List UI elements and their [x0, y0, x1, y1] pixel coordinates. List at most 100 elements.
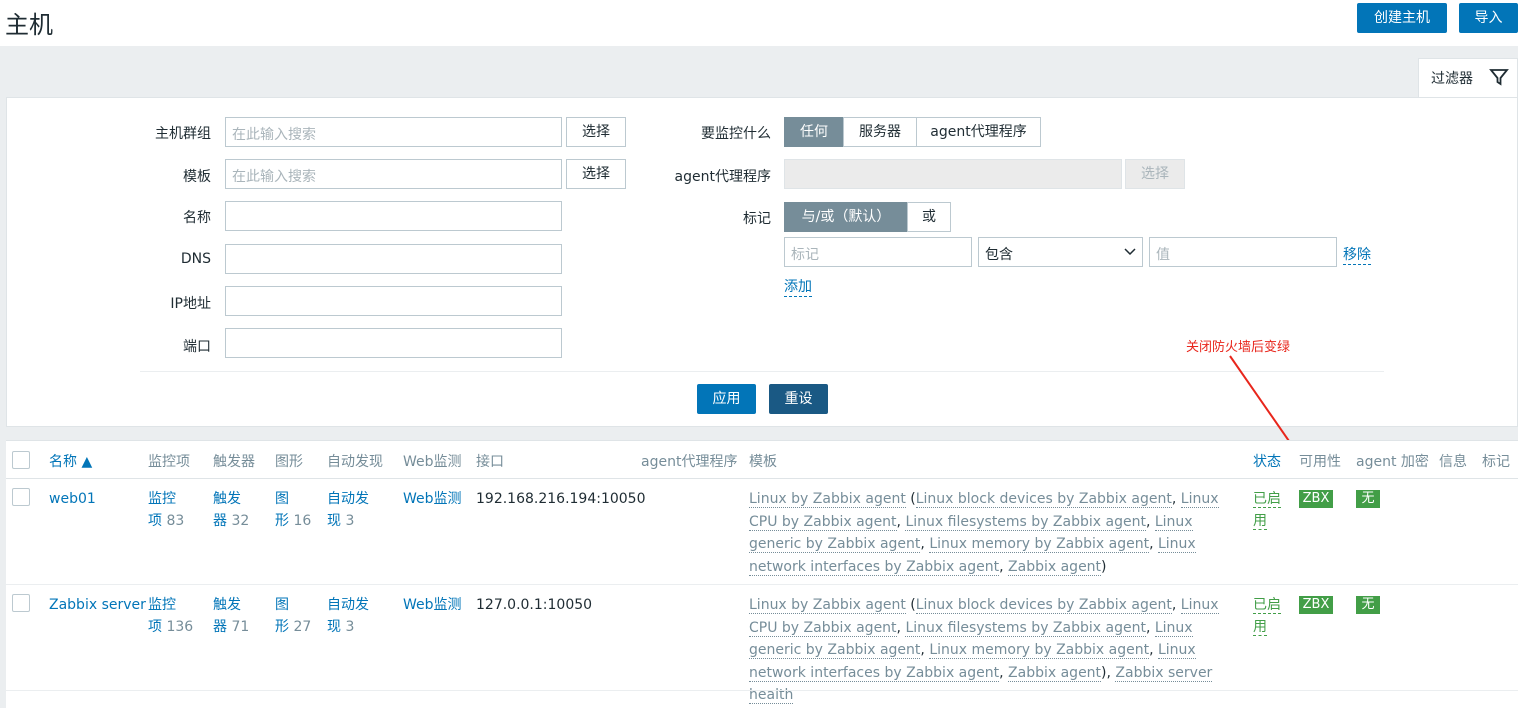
status-text: 已启	[1253, 491, 1281, 508]
template-separator: ,	[920, 536, 930, 552]
availability-badge: ZBX	[1299, 490, 1333, 508]
chevron-down-icon	[1124, 248, 1136, 256]
create-host-button[interactable]: 创建主机	[1357, 3, 1447, 33]
triggers-count: 71	[231, 619, 250, 635]
template-link[interactable]: Linux filesystems by Zabbix agent	[905, 513, 1146, 531]
template-separator: (	[905, 491, 916, 507]
items-count: 83	[166, 513, 185, 529]
status-text: 已启	[1253, 597, 1281, 614]
triggers-count: 32	[231, 513, 250, 529]
discovery-link[interactable]: 自动发 现 3	[327, 488, 369, 532]
filter-icon	[1489, 69, 1509, 86]
items-text: 项	[148, 619, 162, 635]
col-web: Web监测	[403, 454, 462, 470]
monitor-proxy-option[interactable]: agent代理程序	[916, 117, 1041, 147]
col-info: 信息	[1439, 454, 1467, 470]
graphs-count: 16	[293, 513, 312, 529]
host-name-link[interactable]: Zabbix server	[49, 594, 146, 616]
graphs-text: 形	[275, 619, 289, 635]
select-all-checkbox[interactable]	[12, 451, 30, 469]
encryption-badge: 无	[1356, 596, 1380, 614]
template-link[interactable]: Linux filesystems by Zabbix agent	[905, 619, 1146, 637]
status-toggle[interactable]: 已启 用	[1253, 594, 1281, 638]
template-separator: ,	[1171, 597, 1181, 613]
col-status[interactable]: 状态	[1253, 451, 1281, 471]
template-separator: )	[1101, 558, 1107, 575]
template-separator: ),	[1101, 664, 1116, 681]
port-input[interactable]	[225, 328, 562, 358]
template-link[interactable]: Linux block devices by Zabbix agent	[915, 597, 1172, 614]
filter-tab-label: 过滤器	[1431, 71, 1473, 87]
ip-label: IP地址	[170, 296, 211, 312]
graphs-text: 形	[275, 513, 289, 529]
template-link[interactable]: Linux memory by Zabbix agent	[929, 536, 1150, 553]
discovery-text: 现	[327, 513, 341, 529]
template-separator: ,	[920, 642, 930, 658]
monitor-what-label: 要监控什么	[701, 126, 771, 142]
web-link[interactable]: Web监测	[403, 488, 462, 510]
col-name[interactable]: 名称 ▲	[49, 451, 92, 471]
col-discovery: 自动发现	[327, 454, 383, 470]
template-link[interactable]: Linux by Zabbix agent	[749, 597, 906, 614]
dns-label: DNS	[180, 251, 211, 267]
tags-or-option[interactable]: 或	[907, 202, 951, 232]
triggers-link[interactable]: 触发 器 32	[213, 488, 249, 532]
col-interface: 接口	[476, 454, 504, 470]
import-button[interactable]: 导入	[1459, 3, 1518, 33]
tag-value-input[interactable]: 值	[1149, 237, 1337, 267]
apply-button[interactable]: 应用	[697, 384, 756, 414]
template-link[interactable]: Zabbix agent	[1008, 558, 1102, 576]
interface-value: 127.0.0.1:10050	[476, 597, 593, 613]
template-select-button[interactable]: 选择	[566, 159, 626, 189]
template-link[interactable]: Linux block devices by Zabbix agent	[915, 491, 1172, 508]
graphs-link[interactable]: 图 形 16	[275, 488, 311, 532]
triggers-link[interactable]: 触发 器 71	[213, 594, 249, 638]
host-group-select-button[interactable]: 选择	[566, 117, 626, 147]
template-link[interactable]: Zabbix agent	[1008, 664, 1102, 682]
template-label: 模板	[183, 169, 211, 185]
template-separator: ,	[1145, 513, 1155, 530]
template-link[interactable]: Linux memory by Zabbix agent	[929, 642, 1150, 659]
template-link[interactable]: Linux by Zabbix agent	[749, 491, 906, 508]
items-count: 136	[166, 619, 194, 635]
items-text: 项	[148, 513, 162, 529]
dns-input[interactable]	[225, 244, 562, 274]
templates-cell: Linux by Zabbix agent (Linux block devic…	[749, 488, 1239, 578]
discovery-link[interactable]: 自动发 现 3	[327, 594, 369, 638]
col-proxy: agent代理程序	[641, 454, 738, 470]
status-toggle[interactable]: 已启 用	[1253, 488, 1281, 532]
ip-input[interactable]	[225, 286, 562, 316]
monitor-any-option[interactable]: 任何	[784, 117, 844, 147]
tag-operator-select[interactable]: 包含	[978, 237, 1143, 267]
name-input[interactable]	[225, 201, 562, 231]
discovery-count: 3	[345, 619, 355, 635]
host-group-input[interactable]: 在此输入搜索	[225, 117, 562, 147]
tag-add-link[interactable]: 添加	[784, 276, 812, 297]
tag-remove-link[interactable]: 移除	[1343, 244, 1371, 265]
tag-name-input[interactable]: 标记	[784, 237, 972, 267]
tag-operator-value: 包含	[985, 247, 1013, 263]
host-name-link[interactable]: web01	[49, 488, 96, 510]
items-link[interactable]: 监控 项 136	[148, 594, 193, 638]
tags-and-or-option[interactable]: 与/或（默认）	[784, 202, 908, 232]
reset-button[interactable]: 重设	[769, 384, 828, 414]
triggers-text: 器	[213, 513, 227, 529]
status-text: 用	[1253, 513, 1267, 530]
row-checkbox[interactable]	[12, 488, 30, 506]
graphs-link[interactable]: 图 形 27	[275, 594, 311, 638]
items-link[interactable]: 监控 项 83	[148, 488, 184, 532]
col-tags: 标记	[1482, 454, 1510, 470]
annotation-text: 关闭防火墙后变绿	[1186, 340, 1291, 355]
web-link[interactable]: Web监测	[403, 594, 462, 616]
col-triggers: 触发器	[213, 454, 255, 470]
template-input[interactable]: 在此输入搜索	[225, 159, 562, 189]
monitor-server-option[interactable]: 服务器	[843, 117, 917, 147]
template-separator: ,	[999, 664, 1009, 681]
row-divider	[6, 690, 1518, 691]
graphs-text: 图	[275, 491, 289, 507]
row-checkbox[interactable]	[12, 594, 30, 612]
graphs-text: 图	[275, 597, 289, 613]
header-divider	[6, 478, 1518, 479]
items-text: 监控	[148, 491, 176, 507]
filter-tab[interactable]: 过滤器	[1418, 58, 1518, 98]
